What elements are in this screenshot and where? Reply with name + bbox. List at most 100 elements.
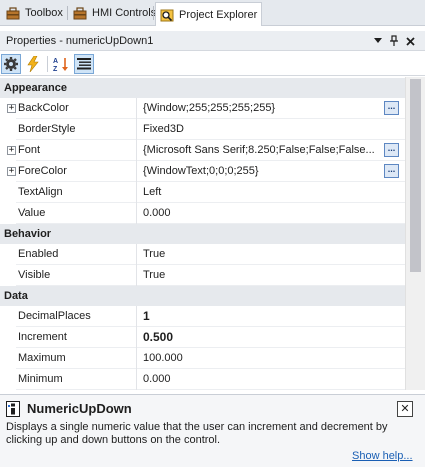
help-panel: NumericUpDown ✕ Displays a single numeri… <box>0 394 425 467</box>
property-row-maximum[interactable]: Maximum 100.000 <box>0 348 405 369</box>
help-category-icon <box>6 401 20 417</box>
property-name: Enabled <box>18 248 59 260</box>
tab-separator <box>153 6 154 20</box>
expand-plus-icon[interactable]: + <box>7 104 16 113</box>
property-name: ForeColor <box>18 165 67 177</box>
column-divider <box>136 369 137 390</box>
expand-plus-icon[interactable]: + <box>7 146 16 155</box>
property-row-font[interactable]: + Font {Microsoft Sans Serif;8.250;False;F… <box>0 140 405 161</box>
ellipsis-button[interactable]: ... <box>384 143 399 157</box>
row-gutter <box>0 182 16 203</box>
tab-label: Toolbox <box>25 7 63 19</box>
column-divider <box>136 244 137 265</box>
property-row-minimum[interactable]: Minimum 0.000 <box>0 369 405 390</box>
tab-toolbox[interactable]: Toolbox <box>2 2 67 24</box>
close-icon[interactable] <box>402 31 418 51</box>
column-divider <box>136 182 137 203</box>
row-gutter <box>0 244 16 265</box>
ellipsis-button[interactable]: ... <box>384 101 399 115</box>
category-appearance[interactable]: Appearance <box>0 78 405 98</box>
show-help-link[interactable]: Show help... <box>352 450 413 462</box>
property-row-visible[interactable]: Visible True <box>0 265 405 286</box>
property-value[interactable]: 0.500 <box>143 327 379 348</box>
property-value[interactable]: 0.000 <box>143 369 379 390</box>
property-value[interactable]: 100.000 <box>143 348 379 369</box>
row-gutter <box>0 327 16 348</box>
svg-text:Z: Z <box>53 66 58 72</box>
column-divider <box>136 265 137 286</box>
properties-gear-icon[interactable] <box>1 54 21 74</box>
pin-icon[interactable] <box>386 31 402 51</box>
tab-separator <box>67 6 68 20</box>
property-name: Visible <box>18 269 51 281</box>
property-name: DecimalPlaces <box>18 310 91 322</box>
tab-label: Project Explorer <box>179 8 258 21</box>
property-value[interactable]: 1 <box>143 306 379 327</box>
property-name: Increment <box>18 331 67 343</box>
property-name: BackColor <box>18 102 69 114</box>
property-value[interactable]: Fixed3D <box>143 119 379 140</box>
column-divider <box>136 306 137 327</box>
column-divider <box>136 140 137 161</box>
property-value[interactable]: {Window;255;255;255;255} <box>143 98 379 119</box>
row-gutter <box>0 306 16 327</box>
property-name: BorderStyle <box>18 123 76 135</box>
column-divider <box>136 327 137 348</box>
expand-plus-icon[interactable]: + <box>7 167 16 176</box>
column-divider <box>136 119 137 140</box>
scrollbar-thumb[interactable] <box>410 79 421 272</box>
help-title: NumericUpDown <box>27 401 132 416</box>
row-gutter <box>0 119 16 140</box>
category-data[interactable]: Data <box>0 286 405 306</box>
row-gutter <box>0 203 16 224</box>
tab-strip: Toolbox HMI Controls Project Explorer <box>0 0 425 26</box>
property-name: Value <box>18 207 46 219</box>
property-row-decimalplaces[interactable]: DecimalPlaces 1 <box>0 306 405 327</box>
help-close-button[interactable]: ✕ <box>397 401 413 417</box>
column-divider <box>136 98 137 119</box>
property-name: TextAlign <box>18 186 63 198</box>
property-value[interactable]: True <box>143 244 379 265</box>
sort-alphabetical-icon[interactable]: AZ <box>51 54 71 74</box>
help-description: Displays a single numeric value that the… <box>6 421 388 446</box>
tab-hmi-controls[interactable]: HMI Controls <box>69 2 160 24</box>
events-lightning-icon[interactable] <box>23 54 43 74</box>
row-gutter <box>0 265 16 286</box>
property-row-forecolor[interactable]: + ForeColor {WindowText;0;0;0;255}... <box>0 161 405 182</box>
property-row-borderstyle[interactable]: BorderStyle Fixed3D <box>0 119 405 140</box>
category-behavior[interactable]: Behavior <box>0 224 405 244</box>
property-row-backcolor[interactable]: + BackColor {Window;255;255;255;255}... <box>0 98 405 119</box>
toolbar-separator <box>47 56 48 72</box>
categorized-list-icon[interactable] <box>74 54 94 74</box>
svg-text:A: A <box>53 58 58 65</box>
properties-toolbar: AZ <box>0 52 425 76</box>
tab-project-explorer[interactable]: Project Explorer <box>155 2 263 26</box>
tab-label: HMI Controls <box>92 7 157 19</box>
panel-title: Properties - numericUpDown1 <box>6 34 154 47</box>
column-divider <box>136 348 137 369</box>
dropdown-arrow-icon[interactable] <box>370 31 386 51</box>
property-grid: Appearance + BackColor {Window;255;255;255;… <box>0 77 405 390</box>
property-value[interactable]: 0.000 <box>143 203 379 224</box>
property-name: Font <box>18 144 41 156</box>
property-row-textalign[interactable]: TextAlign Left <box>0 182 405 203</box>
property-name: Minimum <box>18 373 63 385</box>
row-gutter <box>0 348 16 369</box>
property-value[interactable]: True <box>143 265 379 286</box>
column-divider <box>136 161 137 182</box>
vertical-scrollbar[interactable] <box>405 77 425 390</box>
property-value[interactable]: Left <box>143 182 379 203</box>
property-row-value[interactable]: Value 0.000 <box>0 203 405 224</box>
property-row-enabled[interactable]: Enabled True <box>0 244 405 265</box>
hmi-controls-icon <box>73 6 87 20</box>
project-explorer-icon <box>160 8 174 22</box>
property-value[interactable]: {WindowText;0;0;0;255} <box>143 161 379 182</box>
properties-panel-header: Properties - numericUpDown1 <box>0 31 425 51</box>
row-gutter <box>0 369 16 390</box>
property-value[interactable]: {Microsoft Sans Serif;8.250;False;False;… <box>143 140 379 161</box>
ellipsis-button[interactable]: ... <box>384 164 399 178</box>
property-name: Maximum <box>18 352 66 364</box>
toolbox-icon <box>6 6 20 20</box>
column-divider <box>136 203 137 224</box>
property-row-increment[interactable]: Increment 0.500 <box>0 327 405 348</box>
